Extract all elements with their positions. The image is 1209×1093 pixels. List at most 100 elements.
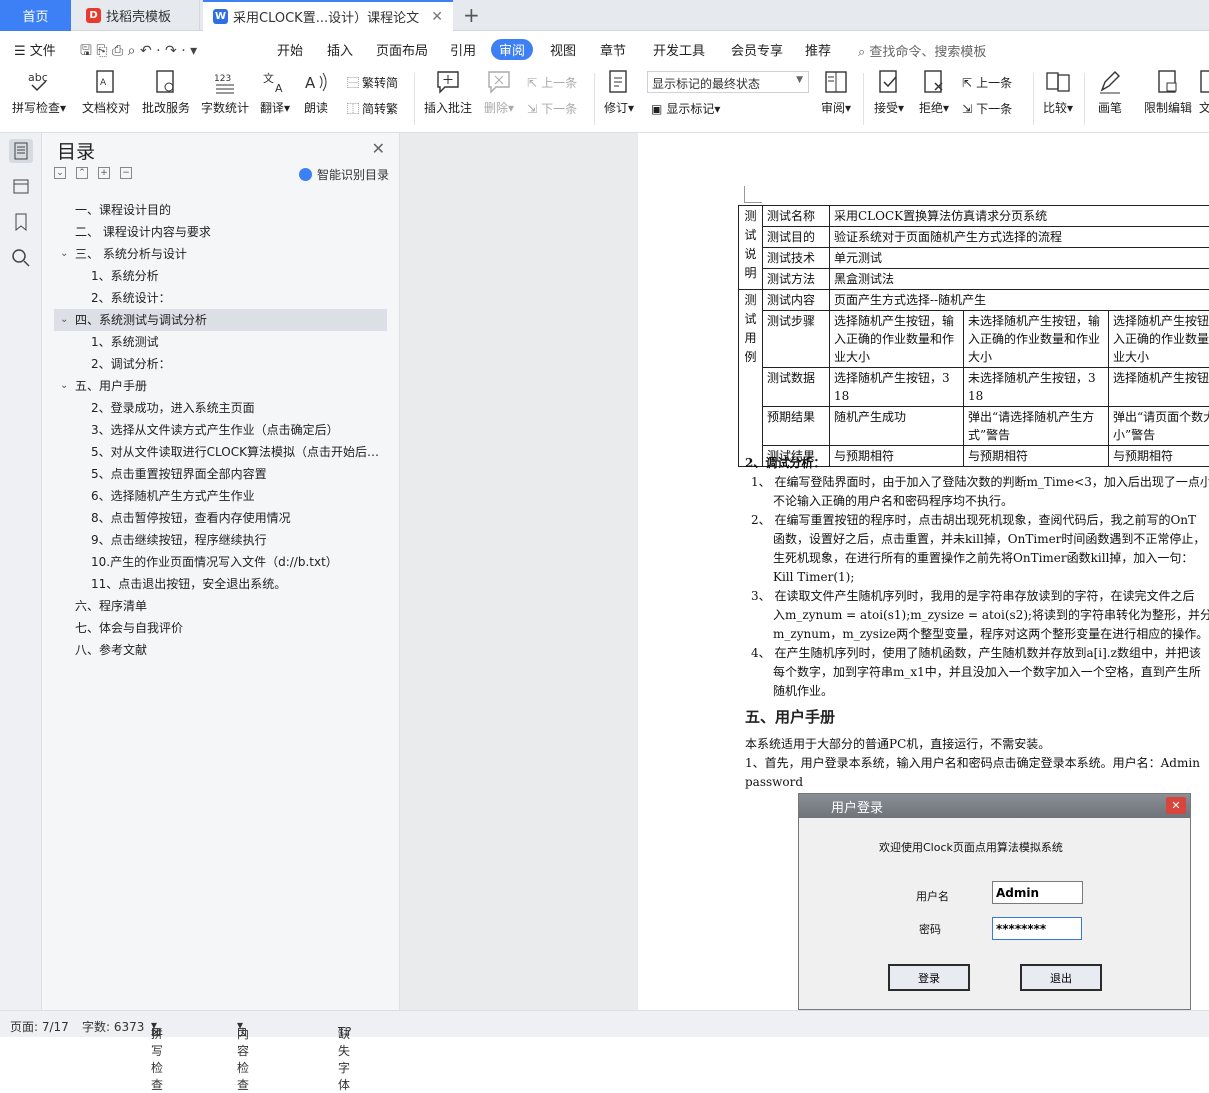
chapter-icon[interactable] bbox=[9, 174, 33, 198]
prev-comment-button[interactable]: ⇱上一条 bbox=[527, 74, 577, 91]
toolbar-quick-icons[interactable]: 🖫 ⎘ ⎙ ⌕ ↶ · ↷ · ▾ bbox=[80, 40, 197, 64]
comment-add-icon bbox=[435, 69, 461, 95]
simp-to-trad-button[interactable]: ⿰简转繁 bbox=[347, 100, 398, 117]
expand-up-icon[interactable]: ⌃ bbox=[76, 167, 88, 179]
close-icon[interactable]: ✕ bbox=[431, 9, 443, 25]
debug-item-2: 2、 在编写重置按钮的程序时，点击胡出现死机现象，查阅代码后，我之前写的OnT bbox=[751, 511, 1196, 530]
tab-docer-templates[interactable]: D 找稻壳模板 bbox=[74, 0, 200, 31]
collapse-all-icon[interactable]: ⌄ bbox=[54, 167, 66, 179]
review-pane-button[interactable]: 审阅▾ bbox=[818, 69, 854, 116]
track-changes-button[interactable]: 修订▾ bbox=[601, 69, 637, 116]
doc-proof-label: 文档校对 bbox=[82, 101, 130, 115]
table-cell: 测试名称 bbox=[763, 206, 830, 227]
user-manual-step-1-cont: password bbox=[745, 773, 803, 792]
close-icon[interactable]: ✕ bbox=[372, 139, 385, 158]
chevron-down-icon[interactable]: ⌄ bbox=[60, 243, 68, 265]
tab-document[interactable]: W 采用CLOCK置...设计）课程论文 ✕ bbox=[203, 0, 453, 31]
dialog-title: 用户登录 ✕ bbox=[799, 794, 1190, 818]
trad-to-simp-button[interactable]: ⿱繁转简 bbox=[347, 74, 398, 91]
toc-item[interactable]: 1、系统测试 bbox=[54, 331, 387, 353]
toc-tools: ⌄ ⌃ + − bbox=[54, 167, 132, 179]
table-row: 测试用例 测试内容页面产生方式选择--随机产生 bbox=[739, 290, 1209, 311]
doc-cut-button[interactable]: 文 bbox=[1199, 69, 1209, 116]
status-spell-check[interactable]: ⊠ 拼写检查 ▾ bbox=[151, 1018, 157, 1032]
menu-member[interactable]: 会员专享 bbox=[731, 40, 783, 59]
toc-item[interactable]: 9、点击继续按钮，程序继续执行 bbox=[54, 529, 387, 551]
show-markup-button[interactable]: ▣显示标记▾ bbox=[651, 100, 720, 117]
trad-label: 繁转简 bbox=[362, 74, 398, 91]
chevron-down-icon[interactable]: ⌄ bbox=[60, 309, 68, 331]
next-change-button[interactable]: ⇲下一条 bbox=[962, 100, 1012, 117]
password-field bbox=[992, 917, 1082, 940]
debug-item-2-code: Kill Timer(1); bbox=[773, 568, 854, 587]
table-cell: 选择随机产生按钮，输入正确的作业数量和作业大小 bbox=[1109, 311, 1209, 368]
menu-chapter[interactable]: 章节 bbox=[600, 40, 626, 59]
toc-item[interactable]: 2、登录成功，进入系统主页面 bbox=[54, 397, 387, 419]
batch-service-button[interactable]: 批改服务 bbox=[140, 69, 192, 116]
chevron-down-icon[interactable]: ⌄ bbox=[60, 375, 68, 397]
toc-item[interactable]: 2、调试分析： bbox=[54, 353, 387, 375]
translate-button[interactable]: 文A 翻译▾ bbox=[257, 69, 293, 116]
menu-layout[interactable]: 页面布局 bbox=[376, 40, 428, 59]
debug-analysis-heading: 2、调试分析： bbox=[745, 454, 825, 473]
toc-icon[interactable] bbox=[9, 139, 33, 163]
bookmark-icon[interactable] bbox=[9, 210, 33, 234]
toc-item[interactable]: 八、参考文献 bbox=[54, 639, 387, 661]
add-level-icon[interactable]: + bbox=[98, 167, 110, 179]
toc-item-label: 2、系统设计： bbox=[91, 291, 171, 305]
tab-home[interactable]: 首页 bbox=[0, 0, 71, 31]
toc-item[interactable]: 一、课程设计目的 bbox=[54, 199, 387, 221]
toc-item[interactable]: ⌄四、系统测试与调试分析 bbox=[54, 309, 387, 331]
review-ribbon: abc 拼写检查▾ A 文档校对 批改服务 123 字数统计 文A 翻译▾ A … bbox=[0, 65, 1209, 133]
read-aloud-button[interactable]: A 朗读 bbox=[301, 69, 331, 116]
page-indicator[interactable]: 页面: 7/17 bbox=[10, 1018, 69, 1035]
menu-devtools[interactable]: 开发工具 bbox=[653, 40, 705, 59]
divider bbox=[414, 73, 415, 125]
reject-button[interactable]: 拒绝▾ bbox=[916, 69, 952, 116]
toc-item[interactable]: 8、点击暂停按钮，查看内存使用情况 bbox=[54, 507, 387, 529]
restrict-edit-button[interactable]: 限制编辑 bbox=[1141, 69, 1195, 116]
delete-comment-button[interactable]: 删除▾ bbox=[481, 69, 517, 116]
smart-toc-button[interactable]: 智能识别目录 bbox=[299, 166, 389, 183]
tab-label: 采用CLOCK置...设计）课程论文 bbox=[233, 7, 419, 26]
menu-recommend[interactable]: 推荐 bbox=[805, 40, 831, 59]
compare-button[interactable]: 比较▾ bbox=[1040, 69, 1076, 116]
debug-item-4-cont: 每个数字，加到字符串m_x1中，并且没加入一个数字加入一个空格，直到产生所 bbox=[773, 663, 1201, 682]
menu-insert[interactable]: 插入 bbox=[327, 40, 353, 59]
toc-item[interactable]: ⌄三、 系统分析与设计 bbox=[54, 243, 387, 265]
toc-item[interactable]: 1、系统分析 bbox=[54, 265, 387, 287]
prev-change-button[interactable]: ⇱上一条 bbox=[962, 74, 1012, 91]
pen-button[interactable]: 画笔 bbox=[1094, 69, 1126, 116]
toc-item[interactable]: 10.产生的作业页面情况写入文件（d://b.txt） bbox=[54, 551, 387, 573]
search-icon[interactable] bbox=[9, 246, 33, 270]
insert-comment-button[interactable]: 插入批注 bbox=[422, 69, 474, 116]
accept-button[interactable]: 接受▾ bbox=[871, 69, 907, 116]
word-count-button[interactable]: 123 字数统计 bbox=[199, 69, 251, 116]
menu-start[interactable]: 开始 bbox=[277, 40, 303, 59]
doc-proof-button[interactable]: A 文档校对 bbox=[80, 69, 132, 116]
menu-review[interactable]: 审阅 bbox=[491, 39, 533, 60]
toc-item[interactable]: 六、程序清单 bbox=[54, 595, 387, 617]
menu-file[interactable]: ☰ 文件 bbox=[14, 40, 56, 59]
toc-item[interactable]: 3、选择从文件读方式产生作业（点击确定后） bbox=[54, 419, 387, 441]
menu-reference[interactable]: 引用 bbox=[450, 40, 476, 59]
next-comment-button[interactable]: ⇲下一条 bbox=[527, 100, 577, 117]
toc-item[interactable]: 七、体会与自我评价 bbox=[54, 617, 387, 639]
command-search[interactable]: ⌕ 查找命令、搜索模板 bbox=[858, 41, 986, 60]
spell-check-button[interactable]: abc 拼写检查▾ bbox=[10, 69, 68, 116]
toc-item[interactable]: 二、 课程设计内容与要求 bbox=[54, 221, 387, 243]
toc-item[interactable]: 2、系统设计： bbox=[54, 287, 387, 309]
search-icon: ⌕ bbox=[858, 45, 865, 60]
toc-item[interactable]: ⌄五、用户手册 bbox=[54, 375, 387, 397]
new-tab-icon[interactable]: + bbox=[463, 3, 480, 27]
toc-item[interactable]: 11、点击退出按钮，安全退出系统。 bbox=[54, 573, 387, 595]
toc-item[interactable]: 5、点击重置按钮界面全部内容置 bbox=[54, 463, 387, 485]
menu-view[interactable]: 视图 bbox=[550, 40, 576, 59]
toc-item[interactable]: 6、选择随机产生方式产生作业 bbox=[54, 485, 387, 507]
markup-state-select[interactable]: 显示标记的最终状态▼ bbox=[647, 71, 809, 93]
remove-level-icon[interactable]: − bbox=[120, 167, 132, 179]
toc-item[interactable]: 5、对从文件读取进行CLOCK算法模拟（点击开始后… bbox=[54, 441, 387, 463]
table-cell: 未选择随机产生按钮，3 18 bbox=[964, 368, 1109, 407]
status-content-check[interactable]: ⊡内容检查 ▾ bbox=[237, 1018, 243, 1032]
word-count-indicator[interactable]: 字数: 6373 bbox=[82, 1018, 144, 1035]
